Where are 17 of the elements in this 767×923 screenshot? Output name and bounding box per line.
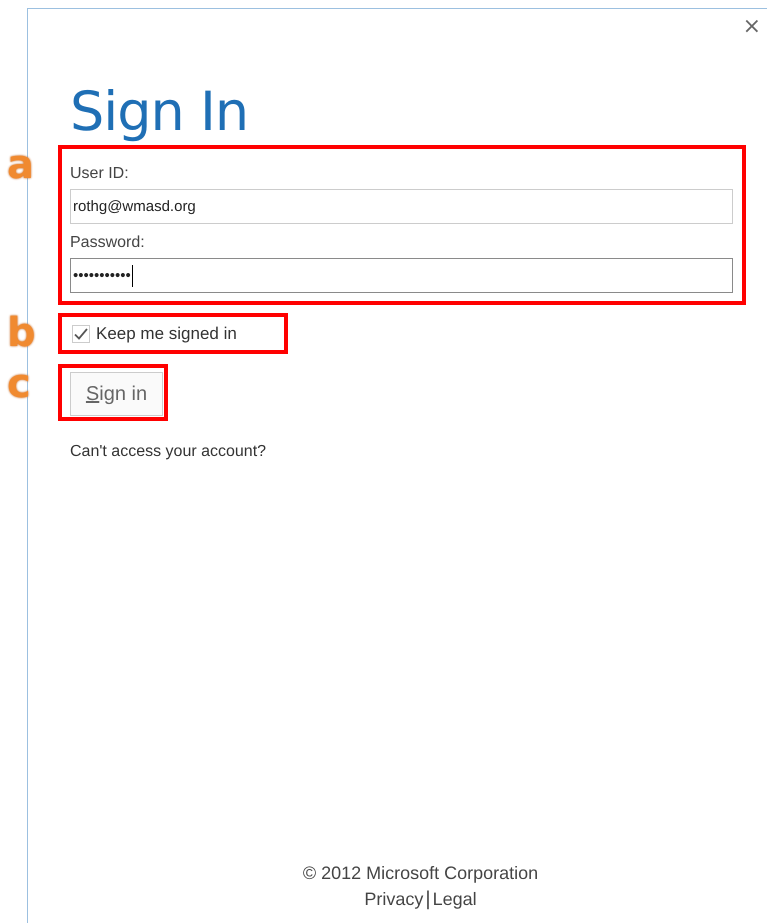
field-label: Password: [70,234,146,252]
help-link[interactable]: Can't access your account? [70,443,266,461]
link-separator: | [425,888,431,911]
input-field[interactable]: ••••••••••• [70,258,733,293]
window-title: Sign In [70,85,250,139]
annotation-label: b [7,313,36,353]
privacy-link[interactable]: Privacy [364,889,424,910]
annotation-label: c [7,364,31,404]
checkbox[interactable] [72,324,90,342]
sign-in-button[interactable]: Sign in [70,372,163,416]
input-field[interactable]: rothg@wmasd.org [70,189,733,224]
close-button[interactable]: × [738,13,765,41]
copyright-text: © 2012 Microsoft Corporation [302,863,538,884]
field-label: User ID: [70,165,130,183]
annotation-label: a [7,145,34,185]
legal-link[interactable]: Legal [432,889,477,910]
checkbox-label: Keep me signed in [96,324,237,344]
